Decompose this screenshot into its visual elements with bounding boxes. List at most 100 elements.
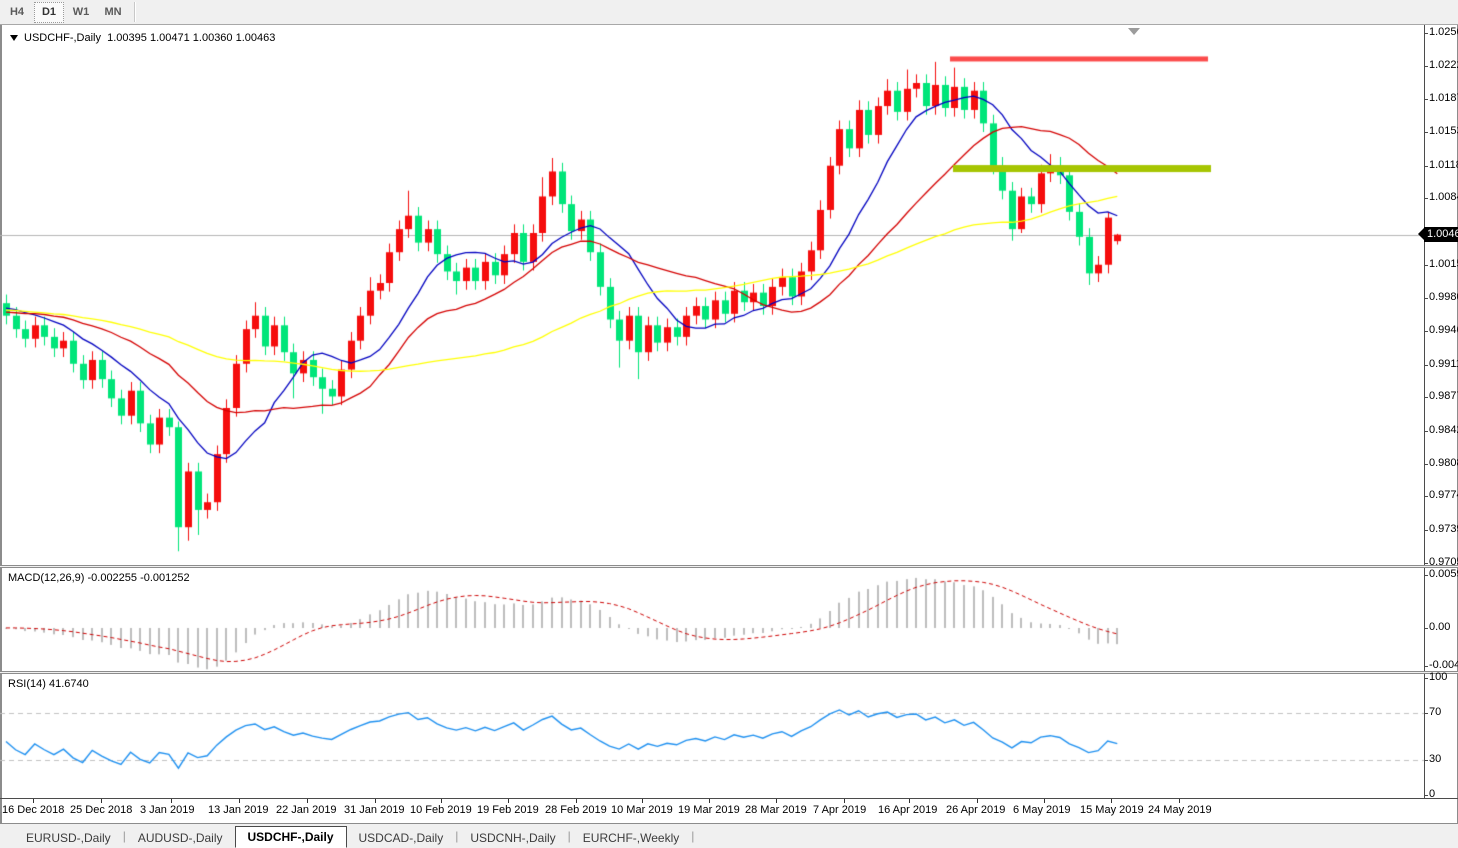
axis-tick-label: 1.00840: [1429, 191, 1458, 204]
chart-tabs-bar: EURUSD-,Daily | AUDUSD-,Daily USDCHF-,Dai…: [0, 823, 1458, 848]
timeframe-button-w1[interactable]: W1: [66, 2, 96, 23]
date-axis-label: 22 Jan 2019: [276, 804, 337, 816]
macd-signal-value: -0.001252: [140, 572, 190, 584]
axis-tick-label: 70: [1429, 706, 1442, 719]
price-axis-separator: [1424, 25, 1425, 799]
date-axis-label: 28 Mar 2019: [745, 804, 807, 816]
tab-eurusd-daily[interactable]: EURUSD-,Daily: [14, 828, 123, 848]
chart-menu-arrow-icon[interactable]: [10, 35, 18, 41]
macd-indicator-label: MACD(12,26,9) -0.002255 -0.001252: [8, 572, 190, 584]
date-axis-label: 19 Mar 2019: [678, 804, 740, 816]
toolbar-separator: [134, 2, 136, 22]
axis-tick-mark: [1424, 574, 1428, 576]
date-axis-tick: [1179, 799, 1180, 803]
date-axis-tick: [909, 799, 910, 803]
timeframe-button-h4[interactable]: H4: [2, 2, 32, 23]
date-axis-label: 24 May 2019: [1148, 804, 1212, 816]
axis-tick-label: 0.00597: [1429, 567, 1458, 580]
date-axis-tick: [977, 799, 978, 803]
timeframe-button-mn[interactable]: MN: [98, 2, 128, 23]
axis-tick-label: 0.98080: [1429, 456, 1458, 469]
ohlc-close: 1.00463: [235, 32, 276, 44]
date-axis-tick: [1111, 799, 1112, 803]
axis-tick-label: 0.98770: [1429, 390, 1458, 403]
date-axis-label: 31 Jan 2019: [344, 804, 405, 816]
price-chart-canvas[interactable]: [0, 25, 1424, 798]
date-axis-label: 16 Dec 2018: [2, 804, 65, 816]
axis-tick-mark: [1424, 397, 1428, 399]
date-axis-tick: [576, 799, 577, 803]
axis-tick-mark: [1424, 628, 1428, 629]
timeframe-button-d1[interactable]: D1: [34, 1, 64, 23]
timeframe-toolbar: H4 D1 W1 MN: [0, 0, 1458, 25]
rsi-indicator-label: RSI(14) 41.6740: [8, 678, 89, 690]
rsi-value: 41.6740: [48, 678, 89, 690]
trading-terminal: H4 D1 W1 MN USDCHF-,Daily 1.00395 1.0047…: [0, 0, 1458, 848]
date-axis-tick: [844, 799, 845, 803]
date-axis-label: 10 Mar 2019: [611, 804, 673, 816]
axis-tick-mark: [1424, 665, 1428, 667]
date-axis-label: 15 May 2019: [1080, 804, 1144, 816]
chart-shift-marker-icon[interactable]: [1128, 28, 1140, 35]
date-axis-label: 3 Jan 2019: [140, 804, 195, 816]
chart-symbol-label: USDCHF-,Daily: [24, 32, 101, 44]
axis-tick-mark: [1424, 198, 1428, 200]
axis-tick-label: 0.97050: [1429, 555, 1458, 568]
date-axis-tick: [642, 799, 643, 803]
axis-tick-label: 1.01530: [1429, 125, 1458, 138]
date-axis-label: 7 Apr 2019: [813, 804, 867, 816]
axis-tick-label: 0.97390: [1429, 523, 1458, 536]
tab-usdcnh-daily[interactable]: USDCNH-,Daily: [458, 828, 567, 848]
axis-tick-mark: [1424, 678, 1428, 679]
axis-tick-label: 0.99110: [1429, 357, 1458, 370]
tab-usdcad-daily[interactable]: USDCAD-,Daily: [347, 828, 456, 848]
axis-tick-label: 1.01870: [1429, 92, 1458, 105]
date-axis-tick: [171, 799, 172, 803]
ohlc-low: 1.00360: [192, 32, 233, 44]
date-axis-tick: [776, 799, 777, 803]
date-axis-tick: [1044, 799, 1045, 803]
chart-title: USDCHF-,Daily 1.00395 1.00471 1.00360 1.…: [10, 32, 275, 44]
axis-tick-mark: [1424, 99, 1428, 101]
axis-tick-label: 0.97740: [1429, 489, 1458, 502]
axis-tick-mark: [1424, 713, 1428, 715]
axis-tick-mark: [1424, 165, 1428, 167]
date-axis-tick: [307, 799, 308, 803]
date-axis-tick: [101, 799, 102, 803]
pane-divider-macd[interactable]: [0, 565, 1458, 568]
axis-tick-mark: [1424, 463, 1428, 465]
axis-tick-label: 1.01180: [1429, 158, 1458, 171]
tab-usdchf-daily[interactable]: USDCHF-,Daily: [234, 826, 347, 848]
tab-eurchf-weekly[interactable]: EURCHF-,Weekly: [571, 828, 691, 848]
axis-tick-mark: [1424, 331, 1428, 333]
date-axis-label: 16 Apr 2019: [878, 804, 938, 816]
axis-tick-mark: [1424, 65, 1428, 67]
date-axis-tick: [33, 799, 34, 803]
date-axis-label: 28 Feb 2019: [545, 804, 607, 816]
axis-tick-mark: [1424, 431, 1428, 433]
axis-tick-label: 0: [1429, 788, 1436, 800]
axis-tick-label: 1.02220: [1429, 58, 1458, 71]
axis-tick-mark: [1424, 298, 1428, 300]
axis-tick-label: 1.02560: [1429, 26, 1458, 38]
date-axis-label: 19 Feb 2019: [477, 804, 539, 816]
axis-tick-label: 0.99460: [1429, 324, 1458, 337]
axis-tick-label: 0.00: [1429, 621, 1451, 633]
tab-audusd-daily[interactable]: AUDUSD-,Daily: [126, 828, 235, 848]
pane-divider-rsi[interactable]: [0, 671, 1458, 674]
axis-tick-label: 0.99800: [1429, 291, 1458, 304]
axis-tick-label: -0.00424: [1429, 658, 1458, 671]
axis-tick-label: 1.00150: [1429, 257, 1458, 270]
axis-tick-label: 30: [1429, 752, 1442, 765]
axis-tick-label: 100: [1429, 671, 1448, 683]
date-axis-tick: [709, 799, 710, 803]
axis-tick-mark: [1424, 562, 1428, 564]
date-axis-line: [0, 798, 1458, 799]
date-axis-label: 6 May 2019: [1013, 804, 1071, 816]
axis-tick-mark: [1424, 264, 1428, 266]
date-axis-tick: [239, 799, 240, 803]
ohlc-high: 1.00471: [149, 32, 190, 44]
date-axis-tick: [508, 799, 509, 803]
ohlc-open: 1.00395: [107, 32, 147, 44]
axis-tick-mark: [1424, 496, 1428, 498]
